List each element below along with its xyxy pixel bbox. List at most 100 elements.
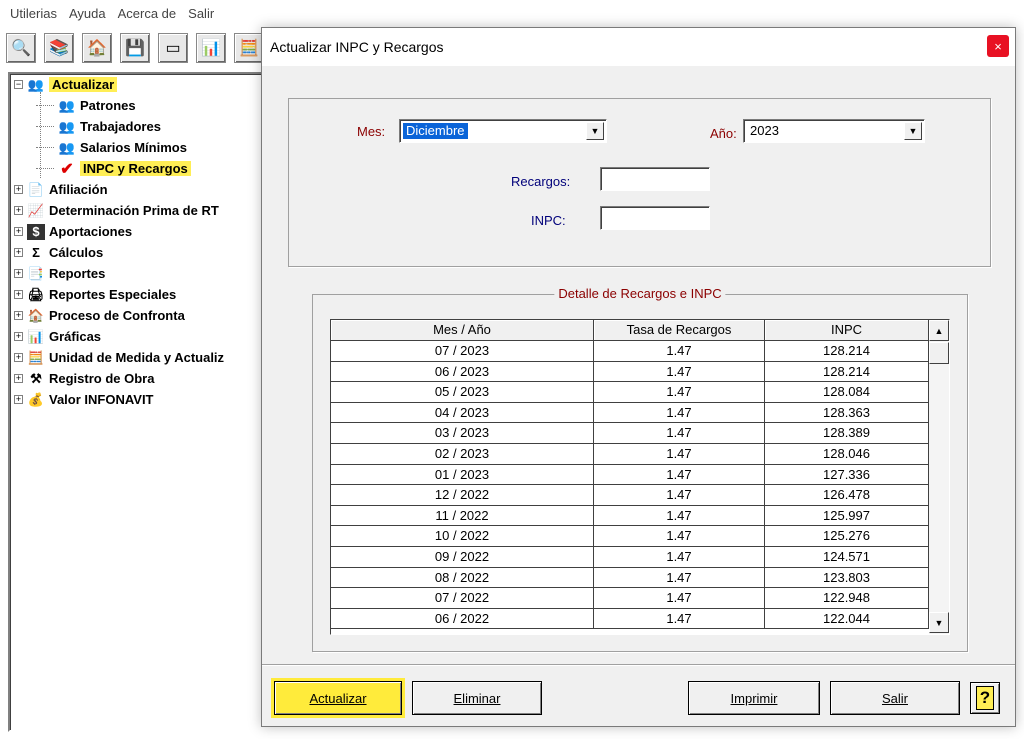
tree-item-afiliacion[interactable]: + 📄 Afiliación: [10, 179, 266, 200]
tree-item-reportes-especiales[interactable]: + 🖨 Reportes Especiales: [10, 284, 266, 305]
tree-item-graficas[interactable]: + 📊 Gráficas: [10, 326, 266, 347]
tree-item-aportaciones[interactable]: + $ Aportaciones: [10, 221, 266, 242]
expand-icon[interactable]: +: [14, 269, 23, 278]
document-icon: 📄: [27, 181, 45, 197]
table-row[interactable]: 06 / 2023 1.47 128.214: [331, 361, 929, 383]
cell-inpc: 124.571: [765, 546, 929, 568]
scroll-up-icon[interactable]: ▲: [929, 320, 949, 341]
eraser-icon[interactable]: ▭: [158, 33, 188, 63]
expand-icon[interactable]: +: [14, 395, 23, 404]
table-row[interactable]: 02 / 2023 1.47 128.046: [331, 443, 929, 465]
anio-select[interactable]: 2023 ▼: [743, 119, 925, 143]
table-row[interactable]: 07 / 2023 1.47 128.214: [331, 341, 929, 362]
cell-inpc: 128.084: [765, 382, 929, 403]
table-row[interactable]: 03 / 2023 1.47 128.389: [331, 423, 929, 444]
expand-icon[interactable]: +: [14, 353, 23, 362]
chart-icon: 📈: [27, 202, 45, 218]
imprimir-button[interactable]: Imprimir: [688, 681, 820, 715]
reports-icon[interactable]: 📊: [196, 33, 226, 63]
expand-icon[interactable]: +: [14, 290, 23, 299]
expand-icon[interactable]: +: [14, 206, 23, 215]
eliminar-button[interactable]: Eliminar: [412, 681, 542, 715]
tree-item-valor-infonavit[interactable]: + 💰 Valor INFONAVIT: [10, 389, 266, 410]
chevron-down-icon[interactable]: ▼: [904, 122, 922, 140]
table-row[interactable]: 10 / 2022 1.47 125.276: [331, 526, 929, 547]
divider: [262, 664, 1015, 666]
table-row[interactable]: 11 / 2022 1.47 125.997: [331, 505, 929, 527]
search-icon[interactable]: 🔍: [6, 33, 36, 63]
chevron-down-icon[interactable]: ▼: [586, 122, 604, 140]
tree-item-prima-rt[interactable]: + 📈 Determinación Prima de RT: [10, 200, 266, 221]
table-row[interactable]: 05 / 2023 1.47 128.084: [331, 382, 929, 403]
cell-tasa-recargos: 1.47: [594, 485, 765, 506]
tree-item-salarios-minimos[interactable]: 👥 Salarios Mínimos: [10, 137, 266, 158]
tree-item-calculos[interactable]: + Σ Cálculos: [10, 242, 266, 263]
salir-label: Salir: [881, 690, 908, 706]
calculator-icon[interactable]: 🧮: [234, 33, 264, 63]
expand-icon[interactable]: +: [14, 248, 23, 257]
table-row[interactable]: 01 / 2023 1.47 127.336: [331, 464, 929, 486]
books-icon[interactable]: 📚: [44, 33, 74, 63]
tree-item-patrones[interactable]: 👥 Patrones: [10, 95, 266, 116]
vertical-scrollbar[interactable]: ▲ ▼: [929, 320, 949, 634]
column-header-tasa-recargos[interactable]: Tasa de Recargos: [594, 320, 765, 341]
table-row[interactable]: 04 / 2023 1.47 128.363: [331, 402, 929, 424]
menu-ayuda[interactable]: Ayuda: [69, 6, 106, 21]
table-row[interactable]: 08 / 2022 1.47 123.803: [331, 567, 929, 589]
cell-tasa-recargos: 1.47: [594, 526, 765, 547]
tree-item-trabajadores[interactable]: 👥 Trabajadores: [10, 116, 266, 137]
menu-salir[interactable]: Salir: [188, 6, 214, 21]
expand-icon[interactable]: +: [14, 374, 23, 383]
scroll-down-icon[interactable]: ▼: [929, 612, 949, 633]
printer-icon: 🖨: [27, 286, 45, 302]
reports-icon: 📑: [27, 265, 45, 281]
tree-item-label: Aportaciones: [49, 224, 133, 239]
column-header-mes-anio[interactable]: Mes / Año: [331, 320, 594, 341]
dialog-title: Actualizar INPC y Recargos: [270, 39, 444, 55]
anio-selected-value: 2023: [750, 123, 779, 138]
tree-item-inpc-recargos[interactable]: ✔ INPC y Recargos: [10, 158, 266, 179]
recargos-inpc-table[interactable]: Mes / Año Tasa de Recargos INPC 07 / 202…: [330, 319, 950, 635]
dollar-icon: $: [27, 223, 45, 240]
table-row[interactable]: 09 / 2022 1.47 124.571: [331, 546, 929, 568]
cell-mes-anio: 12 / 2022: [331, 485, 594, 506]
tree-item-reportes[interactable]: + 📑 Reportes: [10, 263, 266, 284]
tree-item-proceso-confronta[interactable]: + 🏠 Proceso de Confronta: [10, 305, 266, 326]
expand-icon[interactable]: +: [14, 185, 23, 194]
anio-label: Año:: [710, 126, 737, 141]
save-icon[interactable]: 💾: [120, 33, 150, 63]
inpc-input[interactable]: [600, 206, 710, 230]
tree-item-label: Reportes: [49, 266, 106, 281]
tree-item-label: Reportes Especiales: [49, 287, 177, 302]
tree-item-registro-obra[interactable]: + ⚒ Registro de Obra: [10, 368, 266, 389]
table-row[interactable]: 06 / 2022 1.47 122.044: [331, 608, 929, 630]
expand-icon[interactable]: +: [14, 311, 23, 320]
scroll-thumb[interactable]: [929, 342, 949, 364]
calculator-icon: 🧮: [27, 349, 45, 365]
salir-button[interactable]: Salir: [830, 681, 960, 715]
close-button[interactable]: ×: [987, 35, 1009, 57]
cell-mes-anio: 07 / 2023: [331, 341, 594, 362]
collapse-icon[interactable]: −: [14, 80, 23, 89]
menu-utilerias[interactable]: Utilerias: [10, 6, 57, 21]
cell-inpc: 128.046: [765, 443, 929, 465]
tree-item-actualizar[interactable]: − 👥 Actualizar: [10, 74, 266, 95]
table-row[interactable]: 12 / 2022 1.47 126.478: [331, 485, 929, 506]
eliminar-label: Eliminar: [453, 690, 501, 706]
menu-acerca-de[interactable]: Acerca de: [118, 6, 177, 21]
expand-icon[interactable]: +: [14, 227, 23, 236]
cell-mes-anio: 08 / 2022: [331, 567, 594, 589]
recargos-input[interactable]: [600, 167, 710, 191]
cell-mes-anio: 05 / 2023: [331, 382, 594, 403]
help-button[interactable]: ?: [970, 682, 1000, 714]
table-row[interactable]: 07 / 2022 1.47 122.948: [331, 588, 929, 609]
expand-icon[interactable]: +: [14, 332, 23, 341]
house-icon[interactable]: 🏠: [82, 33, 112, 63]
tree-item-unidad-medida[interactable]: + 🧮 Unidad de Medida y Actualiz: [10, 347, 266, 368]
column-header-inpc[interactable]: INPC: [765, 320, 929, 341]
actualizar-button[interactable]: Actualizar: [274, 681, 402, 715]
mes-select[interactable]: Diciembre ▼: [399, 119, 607, 143]
cell-mes-anio: 04 / 2023: [331, 402, 594, 424]
cell-tasa-recargos: 1.47: [594, 546, 765, 568]
dialog-titlebar[interactable]: Actualizar INPC y Recargos: [262, 28, 1015, 66]
